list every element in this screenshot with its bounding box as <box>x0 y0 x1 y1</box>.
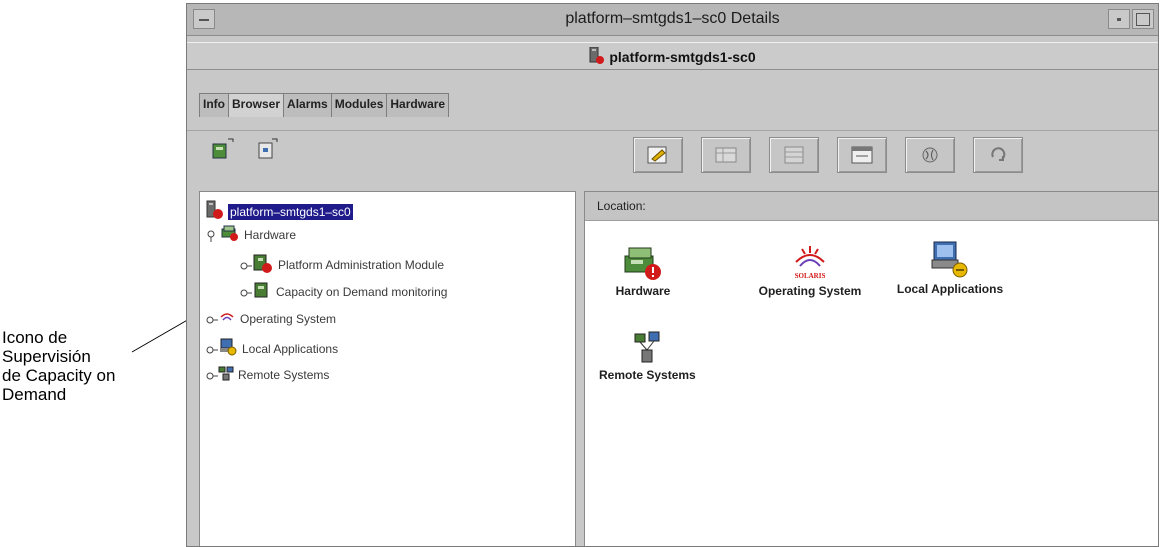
solaris-wordmark: SOLARIS <box>795 272 826 280</box>
content-item-hardware[interactable]: Hardware <box>603 240 683 298</box>
tree-label-operating-system: Operating System <box>240 311 337 326</box>
globe-icon <box>922 147 938 163</box>
title-bar[interactable]: platform–smtgds1–sc0 Details <box>187 4 1158 36</box>
globe-button[interactable] <box>905 137 955 173</box>
window-icon <box>851 146 873 164</box>
content-label-hardware: Hardware <box>615 284 671 298</box>
local-applications-icon <box>926 238 974 282</box>
module-alert-icon <box>252 252 274 277</box>
tree-label-platform-admin-module: Platform Administration Module <box>278 257 445 272</box>
tree-item-capacity-on-demand[interactable]: Capacity on Demand monitoring <box>240 280 447 303</box>
tree-item-local-applications[interactable]: Local Applications <box>206 337 338 360</box>
edit-button[interactable] <box>633 137 683 173</box>
tree-item-operating-system[interactable]: Operating System <box>206 309 336 328</box>
location-bar: Location: <box>585 192 1158 221</box>
left-toolbar <box>211 137 279 161</box>
solaris-logo-icon: SOLARIS <box>786 240 834 284</box>
tree-item-root[interactable]: platform–smtgds1–sc0 <box>206 200 353 223</box>
window-title: platform–smtgds1–sc0 Details <box>565 10 780 27</box>
refresh-button[interactable] <box>973 137 1023 173</box>
minimize-button[interactable] <box>1108 9 1130 29</box>
tree-pane: platform–smtgds1–sc0 Hardware Platform A… <box>199 191 576 546</box>
capacity-on-demand-icon <box>252 280 272 303</box>
host-header: platform-smtgds1-sc0 <box>187 42 1158 70</box>
remote-systems-icon <box>623 328 671 368</box>
tree-item-platform-admin-module[interactable]: Platform Administration Module <box>240 252 444 277</box>
content-item-operating-system[interactable]: SOLARIS Operating System <box>745 240 875 298</box>
local-applications-icon <box>218 337 238 360</box>
table-view-button[interactable] <box>701 137 751 173</box>
details-window: platform–smtgds1–sc0 Details platform-sm… <box>186 3 1159 547</box>
collapsed-node-icon[interactable] <box>240 260 252 270</box>
content-label-operating-system: Operating System <box>758 284 862 298</box>
maximize-button[interactable] <box>1132 9 1154 29</box>
tab-info[interactable]: Info <box>199 93 229 117</box>
tab-browser[interactable]: Browser <box>228 93 285 117</box>
collapsed-node-icon[interactable] <box>240 287 252 297</box>
tree-label-capacity-on-demand: Capacity on Demand monitoring <box>276 284 448 299</box>
hardware-icon <box>619 240 667 284</box>
tab-alarms[interactable]: Alarms <box>283 93 332 117</box>
tree-root-label: platform–smtgds1–sc0 <box>228 203 353 220</box>
server-alert-icon <box>206 200 224 223</box>
grid-view-button[interactable] <box>769 137 819 173</box>
refresh-icon <box>991 147 1006 161</box>
properties-icon[interactable] <box>255 137 279 161</box>
divider <box>187 130 1158 131</box>
tab-hardware[interactable]: Hardware <box>386 93 450 117</box>
tab-bar: Info Browser Alarms Modules Hardware <box>199 93 450 117</box>
edit-icon <box>647 146 667 164</box>
expanded-node-icon[interactable] <box>206 230 216 242</box>
content-label-remote-systems: Remote Systems <box>599 368 696 382</box>
collapsed-node-icon[interactable] <box>206 314 218 324</box>
tab-modules[interactable]: Modules <box>330 93 388 117</box>
solaris-icon <box>218 309 236 328</box>
remote-systems-icon <box>218 365 234 384</box>
table-icon <box>715 147 737 163</box>
content-pane: Location: Hardware SOLARIS Operating Sys… <box>584 191 1158 546</box>
content-item-local-applications[interactable]: Local Applications <box>885 238 1015 296</box>
tree-label-remote-systems: Remote Systems <box>238 367 330 382</box>
collapsed-node-icon[interactable] <box>206 344 218 354</box>
content-item-remote-systems[interactable]: Remote Systems <box>599 328 696 382</box>
tree-label-local-applications: Local Applications <box>242 341 339 356</box>
host-name: platform-smtgds1-sc0 <box>609 49 756 65</box>
server-alert-icon <box>589 46 605 68</box>
window-button[interactable] <box>837 137 887 173</box>
tree-label-hardware: Hardware <box>244 227 297 242</box>
details-icon[interactable] <box>211 137 235 161</box>
hardware-icon <box>220 224 240 245</box>
grid-icon <box>784 146 804 164</box>
tree-item-hardware[interactable]: Hardware <box>206 224 296 245</box>
main-toolbar <box>633 137 1023 173</box>
location-label: Location: <box>597 199 646 213</box>
collapsed-node-icon[interactable] <box>206 370 218 380</box>
tree-item-remote-systems[interactable]: Remote Systems <box>206 365 329 384</box>
